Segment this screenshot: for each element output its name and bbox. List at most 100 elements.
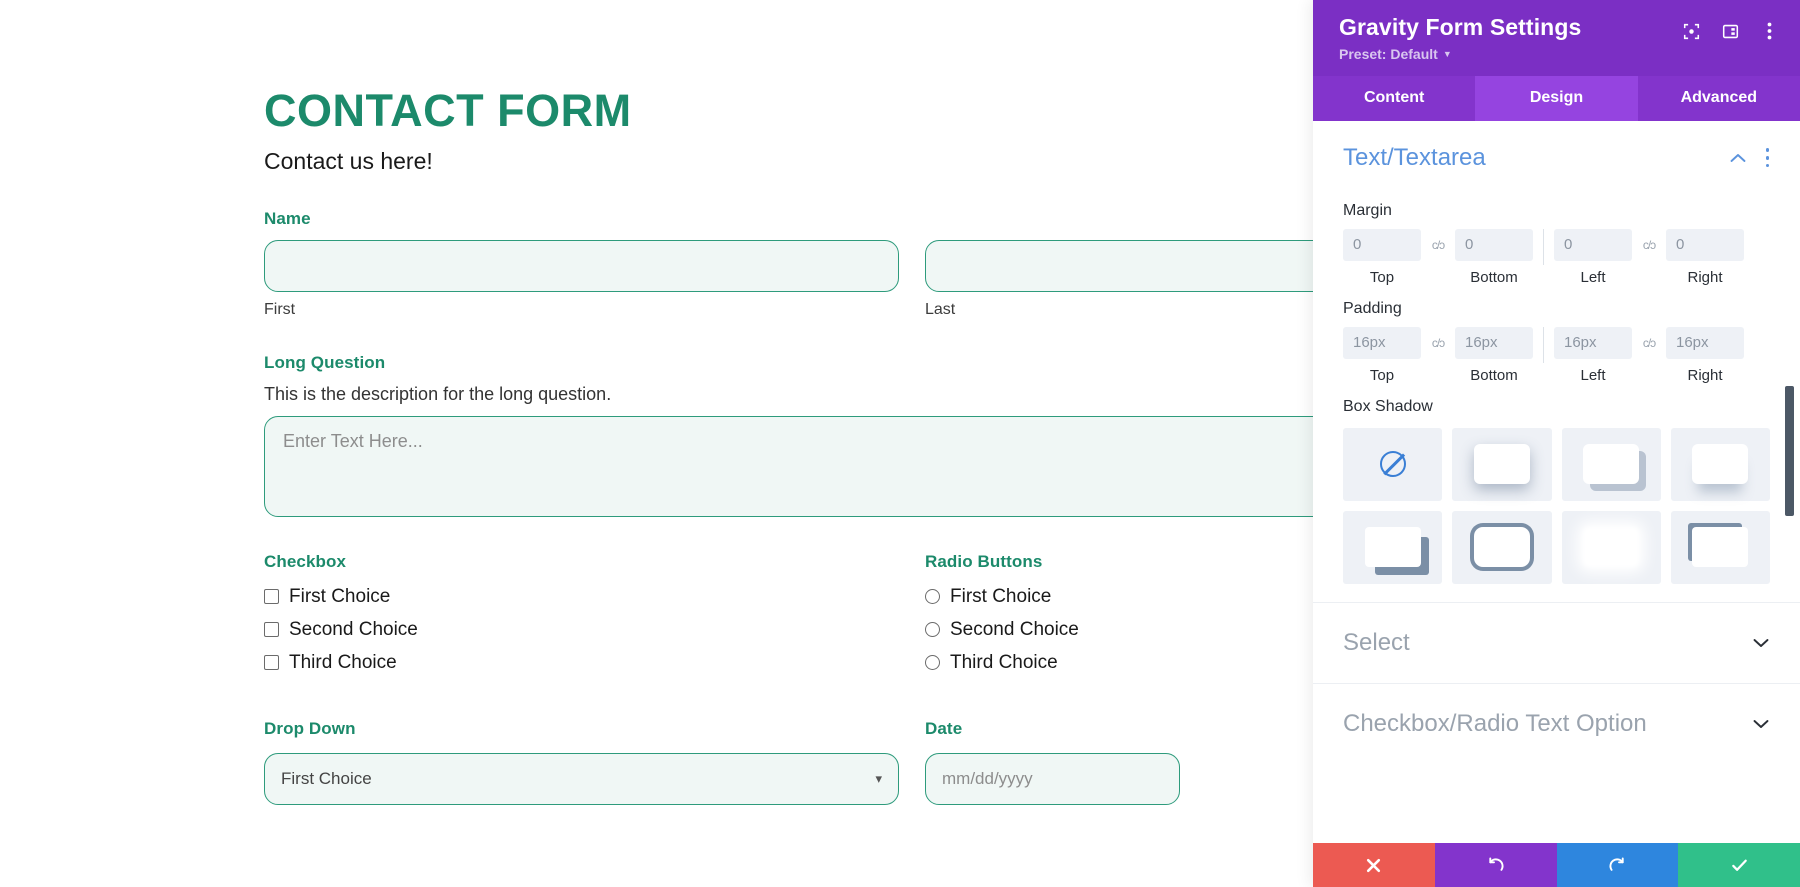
checkbox-option[interactable]: Third Choice [264, 652, 925, 674]
radio-icon[interactable] [925, 655, 940, 670]
date-wrapper [925, 753, 1180, 805]
dropdown-date-row: Drop Down ▾ Date [264, 719, 1313, 805]
cancel-button[interactable] [1313, 843, 1435, 887]
margin-bottom-input[interactable] [1455, 229, 1533, 261]
padding-bottom-input[interactable] [1455, 327, 1533, 359]
checkbox-option-label: First Choice [289, 586, 390, 608]
padding-right-input[interactable] [1666, 327, 1744, 359]
margin-top-field: Top [1343, 229, 1421, 286]
margin-top-label: Top [1370, 269, 1394, 286]
radio-group: Radio Buttons First Choice Second Choice… [925, 552, 1313, 685]
margin-bottom-field: Bottom [1455, 229, 1533, 286]
margin-right-field: Right [1666, 229, 1744, 286]
name-row: First Last [264, 240, 1313, 319]
dropdown-wrapper: ▾ [264, 753, 899, 805]
section-header-checkbox-radio-text-option[interactable]: Checkbox/Radio Text Option [1313, 683, 1800, 764]
form-preview-canvas: CONTACT FORM Contact us here! Name First… [0, 0, 1313, 887]
checkbox-option[interactable]: Second Choice [264, 619, 925, 641]
tab-advanced[interactable]: Advanced [1638, 76, 1800, 121]
scrollbar-thumb[interactable] [1785, 386, 1794, 516]
long-question-textarea[interactable] [264, 416, 1313, 517]
radio-option[interactable]: First Choice [925, 586, 1313, 608]
shadow-swatch [1692, 527, 1748, 567]
chevron-down-icon[interactable] [1752, 715, 1770, 733]
panel-footer [1313, 843, 1800, 887]
margin-top-input[interactable] [1343, 229, 1421, 261]
padding-left-input[interactable] [1554, 327, 1632, 359]
last-name-input[interactable] [925, 240, 1313, 292]
checkbox-option[interactable]: First Choice [264, 586, 925, 608]
panel-body: Text/Textarea Margin [1313, 121, 1800, 843]
panel-scrollbar[interactable] [1785, 255, 1794, 843]
padding-left-field: Left [1554, 327, 1632, 384]
box-shadow-preset-inner-glow-shadow[interactable] [1562, 511, 1661, 584]
radio-icon[interactable] [925, 589, 940, 604]
link-icon[interactable]: c/ɔ [1421, 229, 1455, 261]
undo-button[interactable] [1435, 843, 1557, 887]
section-header-text-textarea[interactable]: Text/Textarea [1313, 121, 1800, 180]
page-subtitle: Contact us here! [264, 148, 1313, 175]
last-name-sublabel: Last [925, 301, 1313, 319]
tab-design[interactable]: Design [1475, 76, 1637, 121]
shadow-swatch [1583, 527, 1639, 567]
radio-option[interactable]: Third Choice [925, 652, 1313, 674]
radio-option[interactable]: Second Choice [925, 619, 1313, 641]
link-icon[interactable]: c/ɔ [1632, 229, 1666, 261]
save-button[interactable] [1678, 843, 1800, 887]
field-label-dropdown: Drop Down [264, 719, 925, 739]
section-kebab-icon[interactable] [1765, 148, 1770, 167]
checkbox-icon[interactable] [264, 655, 279, 670]
padding-bottom-field: Bottom [1455, 327, 1533, 384]
padding-top-input[interactable] [1343, 327, 1421, 359]
section-body-text-textarea: Margin Top c/ɔ Bottom [1313, 180, 1800, 584]
settings-panel: Gravity Form Settings Preset: Default ▼ [1313, 0, 1800, 887]
box-shadow-preset-hard-offset-shadow[interactable] [1562, 428, 1661, 501]
box-shadow-preset-bottom-blur-shadow[interactable] [1671, 428, 1770, 501]
checkbox-icon[interactable] [264, 589, 279, 604]
redo-button[interactable] [1557, 843, 1679, 887]
link-icon[interactable]: c/ɔ [1421, 327, 1455, 359]
box-shadow-preset-soft-drop-shadow[interactable] [1452, 428, 1551, 501]
kebab-icon[interactable] [1760, 22, 1778, 40]
box-shadow-preset-full-outline-shadow[interactable] [1452, 511, 1551, 584]
date-input[interactable] [925, 753, 1180, 805]
box-shadow-preset-no-shadow[interactable] [1343, 428, 1442, 501]
link-icon[interactable]: c/ɔ [1632, 327, 1666, 359]
chevron-down-icon[interactable] [1752, 634, 1770, 652]
padding-controls: Top c/ɔ Bottom Left [1343, 327, 1770, 384]
field-description-long-question: This is the description for the long que… [264, 384, 1313, 405]
section-title: Select [1343, 629, 1410, 657]
first-name-sublabel: First [264, 301, 899, 319]
margin-left-label: Left [1580, 269, 1605, 286]
radio-option-label: First Choice [950, 586, 1051, 608]
dropdown-select[interactable] [264, 753, 899, 805]
preset-selector[interactable]: Preset: Default ▼ [1339, 46, 1581, 62]
margin-label: Margin [1343, 202, 1770, 220]
margin-left-right: Left c/ɔ Right [1554, 229, 1744, 286]
padding-bottom-label: Bottom [1470, 367, 1518, 384]
shadow-swatch [1583, 444, 1639, 484]
layout-icon[interactable] [1721, 22, 1739, 40]
margin-controls: Top c/ɔ Bottom Left [1343, 229, 1770, 286]
margin-right-input[interactable] [1666, 229, 1744, 261]
first-name-input[interactable] [264, 240, 899, 292]
tab-content[interactable]: Content [1313, 76, 1475, 121]
radio-icon[interactable] [925, 622, 940, 637]
field-label-checkbox: Checkbox [264, 552, 925, 572]
field-label-long-question: Long Question [264, 353, 1313, 373]
section-header-select[interactable]: Select [1313, 602, 1800, 683]
focus-icon[interactable] [1682, 22, 1700, 40]
margin-divider [1543, 229, 1544, 265]
checkbox-group: Checkbox First Choice Second Choice Thir… [264, 552, 925, 685]
checkbox-icon[interactable] [264, 622, 279, 637]
field-long-question: Long Question This is the description fo… [264, 353, 1313, 522]
box-shadow-preset-top-left-outline-shadow[interactable] [1671, 511, 1770, 584]
chevron-up-icon[interactable] [1729, 149, 1747, 167]
section-header-icons [1729, 148, 1770, 167]
radio-option-label: Second Choice [950, 619, 1079, 641]
margin-right-label: Right [1687, 269, 1722, 286]
box-shadow-preset-solid-corner-shadow[interactable] [1343, 511, 1442, 584]
padding-right-field: Right [1666, 327, 1744, 384]
margin-left-input[interactable] [1554, 229, 1632, 261]
padding-left-right: Left c/ɔ Right [1554, 327, 1744, 384]
